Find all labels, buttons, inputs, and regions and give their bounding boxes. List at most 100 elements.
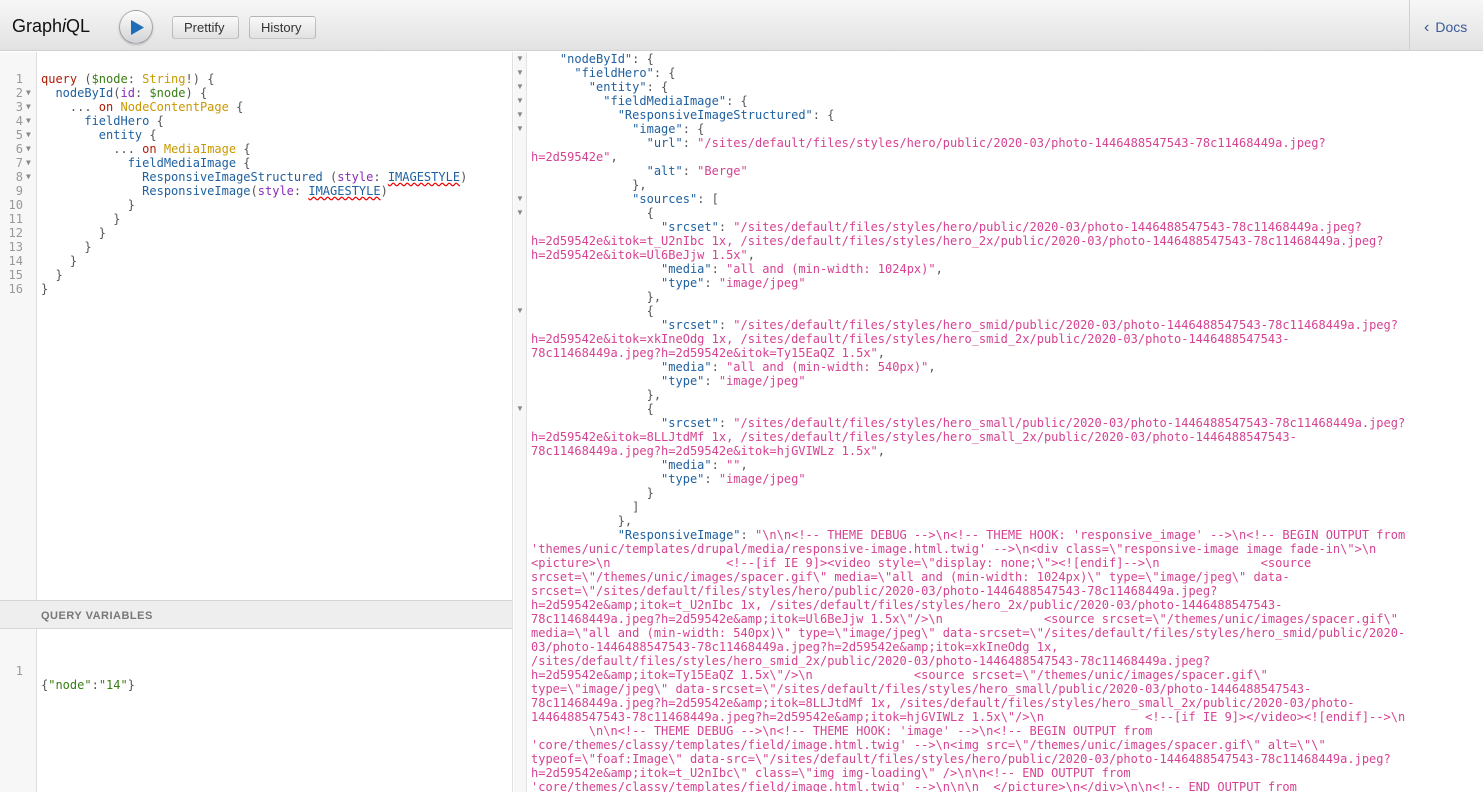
fold-toggle-icon[interactable]: ▼	[26, 86, 31, 100]
result-line: media=\"all and (min-width: 540px)\" typ…	[531, 626, 1406, 640]
line-number: 9	[15, 184, 23, 198]
query-code: }	[41, 212, 121, 226]
result-line: h=2d59542e&itok=Ul6BeJjw 1.5x",	[531, 248, 755, 262]
result-gutter	[514, 52, 527, 792]
line-number: 2	[15, 86, 23, 100]
result-line: 78c11468449a.jpeg?h=2d59542e&amp;itok=8L…	[531, 696, 1355, 710]
result-line: "media": "all and (min-width: 1024px)",	[661, 262, 943, 276]
result-line: 'core/themes/classy/templates/field/imag…	[531, 738, 1326, 752]
result-line: "sources": [	[632, 192, 719, 206]
variables-line: 1 {"node":"14"}	[0, 650, 135, 692]
fold-toggle-icon[interactable]: ▼	[26, 128, 31, 142]
result-line: h=2d59542e",	[531, 150, 618, 164]
history-button[interactable]: History	[249, 16, 316, 39]
fold-toggle-icon[interactable]: ▼	[516, 52, 524, 66]
line-number: 13	[8, 240, 23, 254]
result-line: "fieldMediaImage": {	[603, 94, 748, 108]
result-line: 03/photo-1446488547543-78c11468449a.jpeg…	[531, 640, 1059, 654]
line-number: 16	[8, 282, 23, 296]
query-code: nodeById(id: $node) {	[55, 86, 208, 100]
query-code: }	[41, 254, 78, 268]
line-number: 10	[8, 198, 23, 212]
query-code: entity {	[98, 128, 157, 142]
query-variables-header[interactable]: QUERY VARIABLES	[0, 600, 513, 629]
result-line: "image": {	[632, 122, 705, 136]
result-line: h=2d59542e&amp;itok=t_U2nIbc 1x, /sites/…	[531, 598, 1283, 612]
result-line: "srcset": "/sites/default/files/styles/h…	[661, 318, 1398, 332]
result-line: 'themes/unic/templates/drupal/media/resp…	[531, 542, 1377, 556]
result-line: \n\n<!-- THEME DEBUG -->\n<!-- THEME HOO…	[531, 724, 1153, 738]
result-line: srcset=\"/themes/unic/images/spacer.gif\…	[531, 570, 1290, 584]
result-line: "fieldHero": {	[574, 66, 676, 80]
result-line: "type": "image/jpeg"	[661, 276, 806, 290]
result-line: {	[531, 402, 654, 416]
result-line: "alt": "Berge"	[646, 164, 748, 178]
query-editor[interactable]: 1 query ($node: String!) {2 ▼ nodeById(id:…	[0, 52, 513, 600]
result-line: "entity": {	[588, 80, 669, 94]
result-viewer[interactable]: "nodeById": { ▼ "fieldHero": { ▼ "entity":…	[514, 52, 1483, 792]
execute-query-button[interactable]	[119, 10, 153, 44]
prettify-button[interactable]: Prettify	[172, 16, 239, 39]
result-line: h=2d59542e&itok=xkIneOdg 1x, /sites/defa…	[531, 332, 1290, 346]
toolbar: GraphiQL Prettify History	[0, 0, 1410, 51]
variables-text: {"node":"14"}	[41, 678, 135, 692]
result-line: {	[531, 206, 654, 220]
result-line: },	[531, 388, 662, 402]
play-icon	[131, 20, 144, 35]
fold-toggle-icon[interactable]: ▼	[516, 192, 524, 206]
result-line: "ResponsiveImage": "\n\n<!-- THEME DEBUG…	[617, 528, 1406, 542]
fold-toggle-icon[interactable]: ▼	[26, 142, 31, 156]
result-line: srcset=\"/sites/default/files/styles/her…	[531, 584, 1218, 598]
result-line: h=2d59542e&amp;itok=t_U2nIbc\" class=\"i…	[531, 766, 1131, 780]
fold-toggle-icon[interactable]: ▼	[26, 156, 31, 170]
docs-label: Docs	[1435, 19, 1468, 35]
fold-toggle-icon[interactable]: ▼	[26, 100, 31, 114]
chevron-left-icon: ‹	[1424, 19, 1430, 36]
query-code: ... on MediaImage {	[41, 142, 251, 156]
query-variables-editor[interactable]: 1 {"node":"14"}	[0, 629, 513, 792]
line-number: 14	[8, 254, 23, 268]
fold-toggle-icon[interactable]: ▼	[516, 108, 524, 122]
query-code: query ($node: String!) {	[41, 72, 215, 86]
line-number: 1	[15, 72, 23, 86]
fold-toggle-icon[interactable]: ▼	[516, 80, 524, 94]
result-line: 'core/themes/classy/templates/field/imag…	[531, 780, 1297, 792]
app-title: GraphiQL	[12, 16, 91, 36]
fold-toggle-icon[interactable]: ▼	[516, 94, 524, 108]
line-number: 8	[15, 170, 23, 184]
fold-toggle-icon[interactable]: ▼	[516, 122, 524, 136]
fold-toggle-icon[interactable]: ▼	[26, 170, 31, 184]
result-line: }	[531, 486, 654, 500]
result-line: "nodeById": {	[559, 52, 654, 66]
result-line: },	[531, 514, 633, 528]
fold-toggle-icon[interactable]: ▼	[516, 402, 524, 416]
result-line: type=\"image/jpeg\" data-srcset=\"/sites…	[531, 682, 1312, 696]
result-line: "ResponsiveImageStructured": {	[617, 108, 835, 122]
docs-button[interactable]: ‹ Docs	[1424, 19, 1467, 37]
fold-toggle-icon[interactable]: ▼	[516, 304, 524, 318]
result-line: },	[531, 290, 662, 304]
fold-toggle-icon[interactable]: ▼	[516, 206, 524, 220]
query-code: fieldHero {	[84, 114, 164, 128]
line-number: 4	[15, 114, 23, 128]
result-line: "media": "all and (min-width: 540px)",	[661, 360, 936, 374]
line-number: 12	[8, 226, 23, 240]
line-number: 6	[15, 142, 23, 156]
result-line: 78c11468449a.jpeg?h=2d59542e&amp;itok=Ul…	[531, 612, 1398, 626]
result-line: "type": "image/jpeg"	[661, 374, 806, 388]
query-code: }	[41, 268, 63, 282]
line-number: 15	[8, 268, 23, 282]
query-code: ResponsiveImageStructured (style: IMAGES…	[142, 170, 468, 184]
fold-toggle-icon[interactable]: ▼	[26, 114, 31, 128]
result-line: {	[531, 304, 654, 318]
query-code: ResponsiveImage(style: IMAGESTYLE)	[142, 184, 388, 198]
result-line: h=2d59542e&itok=8LLJtdMf 1x, /sites/defa…	[531, 430, 1297, 444]
result-line: },	[531, 178, 647, 192]
result-line: 78c11468449a.jpeg?h=2d59542e&itok=Ty15Ea…	[531, 346, 886, 360]
result-line: ]	[531, 500, 640, 514]
fold-toggle-icon[interactable]: ▼	[516, 66, 524, 80]
result-line: "srcset": "/sites/default/files/styles/h…	[661, 416, 1406, 430]
result-line: /sites/default/files/styles/hero_smid_2x…	[531, 654, 1211, 668]
result-line: "srcset": "/sites/default/files/styles/h…	[661, 220, 1362, 234]
result-line: h=2d59542e&amp;itok=Ty15EaQZ 1.5x\"/>\n …	[531, 668, 1268, 682]
